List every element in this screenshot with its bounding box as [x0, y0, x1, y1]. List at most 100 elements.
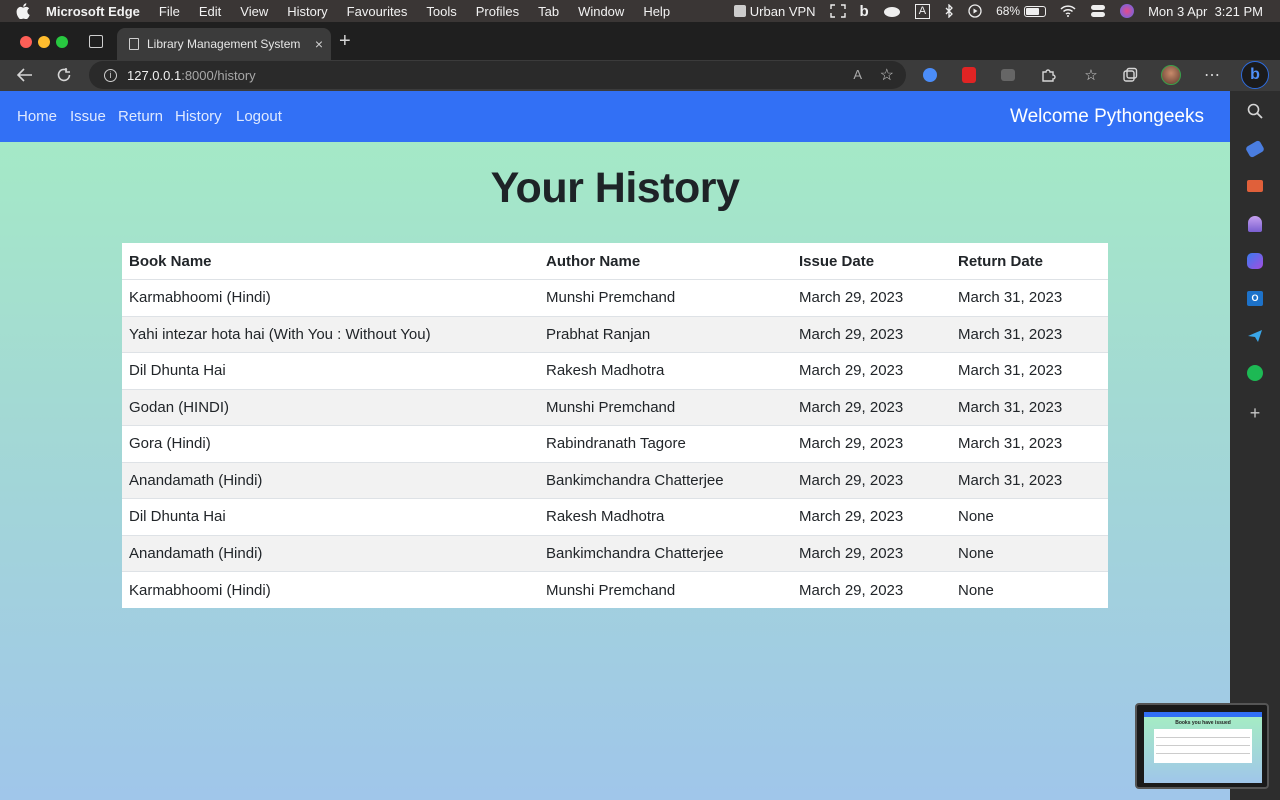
cell-book-name: Godan (HINDI)	[122, 388, 539, 426]
cell-return-date: March 31, 2023	[951, 279, 1108, 316]
control-center-icon[interactable]	[1090, 4, 1106, 18]
address-bar[interactable]: i 127.0.0.1:8000/history A ☆	[89, 61, 906, 89]
favourites-icon[interactable]: ☆	[1081, 65, 1101, 85]
expand-arrows-icon[interactable]	[829, 4, 846, 18]
bing-copilot-icon[interactable]: b	[1241, 61, 1269, 89]
active-tab[interactable]: Library Management System ×	[117, 28, 331, 60]
bing-icon[interactable]: b	[860, 3, 869, 20]
cell-issue-date: March 29, 2023	[792, 279, 951, 316]
nav-issue[interactable]: Issue	[70, 108, 106, 125]
maximize-window-button[interactable]	[56, 36, 68, 48]
cell-author-name: Prabhat Ranjan	[539, 315, 792, 353]
spotify-icon[interactable]	[1245, 363, 1265, 383]
shopping-tag-icon[interactable]	[1245, 139, 1265, 159]
nav-history[interactable]: History	[175, 108, 222, 125]
menu-profiles[interactable]: Profiles	[476, 4, 519, 19]
play-icon[interactable]	[968, 4, 982, 18]
tab-actions-icon[interactable]	[89, 35, 103, 48]
keyboard-input-icon[interactable]: A	[914, 3, 931, 19]
header-author-name: Author Name	[539, 243, 792, 280]
cell-issue-date: March 29, 2023	[792, 461, 951, 499]
table-row: Anandamath (Hindi) Bankimchandra Chatter…	[122, 534, 1108, 572]
games-icon[interactable]	[1245, 214, 1265, 234]
close-tab-icon[interactable]: ×	[315, 36, 323, 52]
browser-tab-strip: Library Management System × +	[0, 22, 1280, 60]
send-icon[interactable]	[1245, 326, 1265, 346]
search-icon[interactable]	[1245, 101, 1265, 121]
welcome-message: Welcome Pythongeeks	[1010, 106, 1204, 127]
cell-author-name: Rakesh Madhotra	[539, 352, 792, 389]
clock-datetime[interactable]: Mon 3 Apr 3:21 PM	[1148, 4, 1263, 19]
cell-issue-date: March 29, 2023	[792, 425, 951, 462]
menu-file[interactable]: File	[159, 4, 180, 19]
table-row: Godan (HINDI) Munshi Premchand March 29,…	[122, 388, 1108, 426]
url-text[interactable]: 127.0.0.1:8000/history	[127, 68, 256, 83]
more-options-icon[interactable]: ⋯	[1202, 65, 1222, 85]
tab-title: Library Management System	[147, 37, 301, 51]
header-issue-date: Issue Date	[792, 243, 951, 280]
minimize-window-button[interactable]	[38, 36, 50, 48]
screenshot-thumbnail[interactable]: Books you have issued	[1135, 703, 1269, 789]
read-aloud-icon[interactable]: A	[853, 67, 862, 82]
web-page: Home Issue Return History Logout Welcome…	[0, 91, 1230, 800]
add-favourite-icon[interactable]: ☆	[880, 65, 894, 85]
info-icon[interactable]: i	[104, 68, 117, 82]
wifi-icon[interactable]	[1060, 5, 1076, 17]
tools-briefcase-icon[interactable]	[1245, 176, 1265, 196]
extension-shield-icon[interactable]	[920, 65, 940, 85]
cloud-icon[interactable]	[883, 5, 901, 17]
bluetooth-icon[interactable]	[944, 4, 954, 18]
profile-avatar[interactable]	[1161, 65, 1181, 85]
battery-icon	[1024, 5, 1047, 17]
cell-book-name: Anandamath (Hindi)	[122, 534, 539, 572]
menu-tools[interactable]: Tools	[426, 4, 456, 19]
cell-return-date: None	[951, 571, 1108, 608]
refresh-icon[interactable]	[54, 65, 74, 85]
outlook-icon[interactable]: O	[1245, 288, 1265, 308]
microsoft-365-icon[interactable]	[1245, 251, 1265, 271]
cell-issue-date: March 29, 2023	[792, 498, 951, 535]
new-tab-icon[interactable]: +	[339, 30, 351, 53]
close-window-button[interactable]	[20, 36, 32, 48]
history-table: Book Name Author Name Issue Date Return …	[122, 243, 1108, 608]
robot-icon	[733, 5, 746, 17]
cell-issue-date: March 29, 2023	[792, 352, 951, 389]
cell-return-date: None	[951, 534, 1108, 572]
extension-robot-icon[interactable]	[998, 65, 1018, 85]
table-row: Gora (Hindi) Rabindranath Tagore March 2…	[122, 425, 1108, 462]
cell-author-name: Bankimchandra Chatterjee	[539, 534, 792, 572]
menu-history[interactable]: History	[287, 4, 327, 19]
battery-percent: 68%	[996, 4, 1021, 18]
apple-menu-icon[interactable]	[16, 3, 34, 19]
top-navbar: Home Issue Return History Logout Welcome…	[0, 91, 1230, 142]
menu-view[interactable]: View	[240, 4, 268, 19]
collections-icon[interactable]	[1120, 65, 1140, 85]
urban-vpn-status[interactable]: Urban VPN	[733, 4, 816, 19]
nav-return[interactable]: Return	[118, 108, 163, 125]
menu-edit[interactable]: Edit	[199, 4, 221, 19]
url-host: 127.0.0.1	[127, 67, 182, 83]
menu-window[interactable]: Window	[578, 4, 624, 19]
nav-logout[interactable]: Logout	[236, 108, 282, 125]
siri-icon[interactable]	[1120, 4, 1135, 18]
extensions-puzzle-icon[interactable]	[1038, 65, 1058, 85]
page-icon	[129, 38, 139, 50]
cell-issue-date: March 29, 2023	[792, 315, 951, 353]
cell-author-name: Bankimchandra Chatterjee	[539, 461, 792, 499]
table-row: Karmabhoomi (Hindi) Munshi Premchand Mar…	[122, 279, 1108, 316]
extension-red-icon[interactable]	[959, 65, 979, 85]
menu-favourites[interactable]: Favourites	[347, 4, 408, 19]
app-name-menu[interactable]: Microsoft Edge	[46, 4, 140, 19]
cell-author-name: Munshi Premchand	[539, 279, 792, 316]
cell-book-name: Karmabhoomi (Hindi)	[122, 571, 539, 608]
battery-status[interactable]: 68%	[996, 4, 1047, 18]
cell-author-name: Munshi Premchand	[539, 388, 792, 426]
nav-home[interactable]: Home	[17, 108, 57, 125]
menu-help[interactable]: Help	[643, 4, 670, 19]
add-sidebar-app-icon[interactable]: +	[1245, 403, 1265, 423]
cell-book-name: Dil Dhunta Hai	[122, 498, 539, 535]
back-arrow-icon[interactable]	[15, 65, 35, 85]
page-title: Your History	[490, 164, 740, 212]
menu-tab[interactable]: Tab	[538, 4, 559, 19]
cell-issue-date: March 29, 2023	[792, 388, 951, 426]
